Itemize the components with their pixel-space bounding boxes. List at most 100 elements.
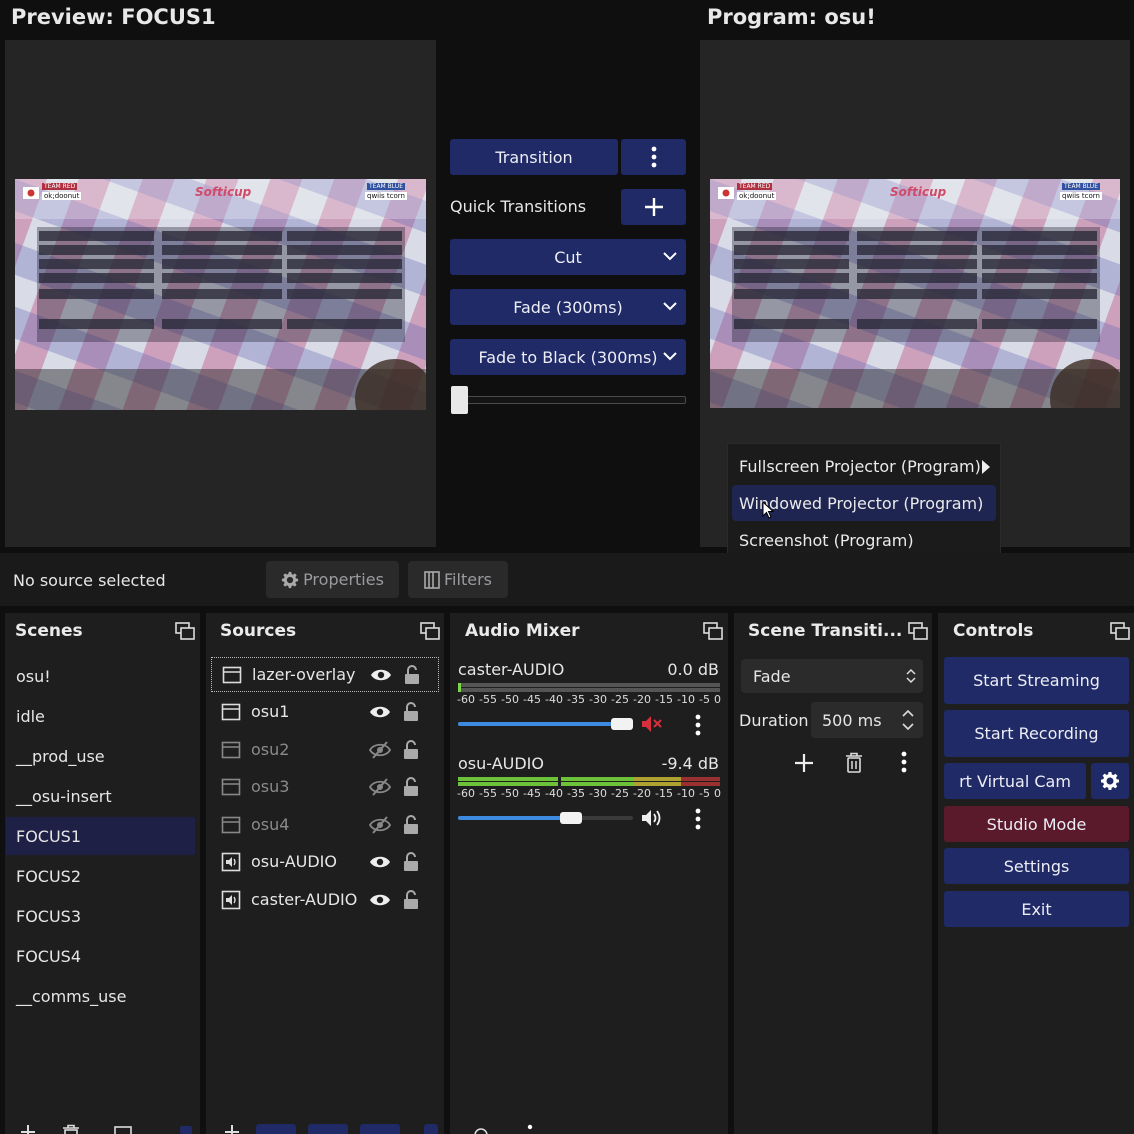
trash-icon[interactable]	[845, 752, 863, 773]
transition-select[interactable]: Fade	[741, 659, 923, 693]
source-row-osu2[interactable]: osu2	[211, 732, 439, 767]
source-more-button[interactable]	[424, 1124, 438, 1134]
tbar-track[interactable]	[452, 396, 686, 404]
scene-item[interactable]: __comms_use	[6, 977, 195, 1015]
eye-icon[interactable]	[370, 667, 392, 683]
unlock-icon[interactable]	[403, 814, 419, 835]
volume-slider-handle[interactable]	[611, 718, 633, 730]
remove-source-button[interactable]	[256, 1124, 296, 1134]
undock-icon[interactable]	[1110, 622, 1130, 640]
undock-icon[interactable]	[908, 622, 928, 640]
source-row-osu4[interactable]: osu4	[211, 807, 439, 842]
preview-canvas[interactable]: TEAM RED ok;doonut Softicup TEAM BLUE qw…	[5, 40, 436, 547]
settings-button[interactable]: Settings	[944, 848, 1129, 884]
capture-source-icon	[221, 778, 241, 795]
volume-slider-fill	[458, 722, 616, 726]
undock-icon[interactable]	[703, 622, 723, 640]
quick-transition-fade-black[interactable]: Fade to Black (300ms)	[450, 339, 686, 375]
scene-toolbar-more[interactable]	[180, 1126, 192, 1134]
undock-icon[interactable]	[175, 622, 195, 640]
exit-button[interactable]: Exit	[944, 891, 1129, 927]
preview-team-blue-name: qwiis tcorn	[365, 192, 407, 200]
undock-icon[interactable]	[420, 622, 440, 640]
source-row-osu-audio[interactable]: osu-AUDIO	[211, 844, 439, 879]
menu-fullscreen-projector[interactable]: Fullscreen Projector (Program)	[732, 448, 996, 484]
capture-source-icon	[221, 816, 241, 833]
scene-item[interactable]: FOCUS2	[6, 857, 195, 895]
mixer-channel-name: caster-AUDIO	[458, 660, 565, 679]
unlock-icon[interactable]	[403, 776, 419, 797]
transition-menu-button[interactable]	[621, 139, 686, 175]
quick-transition-cut[interactable]: Cut	[450, 239, 686, 275]
source-row-osu1[interactable]: osu1	[211, 694, 439, 729]
scene-transitions-title: Scene Transiti...	[748, 621, 903, 641]
source-row-caster-audio[interactable]: caster-AUDIO	[211, 882, 439, 917]
spin-arrows-icon[interactable]	[902, 708, 914, 732]
kebab-icon[interactable]	[527, 1124, 533, 1134]
eye-hidden-icon[interactable]	[369, 740, 391, 759]
no-source-label: No source selected	[13, 571, 166, 590]
eye-icon[interactable]	[369, 704, 391, 720]
source-properties-button[interactable]	[308, 1124, 348, 1134]
eye-icon[interactable]	[369, 854, 391, 870]
virtual-cam-button[interactable]: rt Virtual Cam	[944, 763, 1086, 799]
scene-item[interactable]: osu!	[6, 657, 195, 695]
scene-item[interactable]: FOCUS4	[6, 937, 195, 975]
add-scene-icon[interactable]	[20, 1124, 36, 1134]
properties-button[interactable]: Properties	[266, 561, 399, 598]
speaker-icon[interactable]	[641, 809, 663, 827]
unlock-icon[interactable]	[403, 739, 419, 760]
scene-item[interactable]: FOCUS3	[6, 897, 195, 935]
trash-icon[interactable]	[62, 1124, 80, 1134]
preview-title: Preview: FOCUS1	[11, 5, 216, 29]
volume-slider-track[interactable]	[458, 722, 633, 726]
source-row-lazer-overlay[interactable]: lazer-overlay	[211, 657, 439, 692]
unlock-icon[interactable]	[403, 851, 419, 872]
studio-mode-button[interactable]: Studio Mode	[944, 806, 1129, 842]
add-quick-transition-button[interactable]	[621, 189, 686, 225]
source-up-button[interactable]	[360, 1124, 400, 1134]
scene-filter-icon[interactable]	[114, 1126, 132, 1134]
scene-item[interactable]: idle	[6, 697, 195, 735]
audio-source-icon	[221, 890, 241, 909]
gear-icon	[1101, 772, 1119, 790]
chevron-down-icon	[663, 302, 677, 311]
volume-slider-handle[interactable]	[560, 812, 582, 824]
tbar-handle[interactable]	[451, 386, 468, 414]
capture-source-icon	[221, 703, 241, 720]
unlock-icon[interactable]	[403, 889, 419, 910]
plus-icon	[644, 198, 663, 216]
preview-team-red: TEAM RED	[42, 183, 78, 190]
meter-scale: -60 -55 -50 -45 -40 -35 -30 -25 -20 -15 -10 -5 0	[457, 693, 721, 706]
muted-speaker-icon[interactable]	[641, 715, 663, 733]
source-row-osu3[interactable]: osu3	[211, 769, 439, 804]
eye-hidden-icon[interactable]	[369, 815, 391, 834]
unlock-icon[interactable]	[404, 664, 420, 685]
start-recording-button[interactable]: Start Recording	[944, 710, 1129, 757]
select-arrows-icon	[906, 668, 916, 684]
submenu-arrow-icon	[982, 460, 990, 474]
scene-item[interactable]: __osu-insert	[6, 777, 195, 815]
kebab-icon[interactable]	[901, 751, 907, 773]
transition-button[interactable]: Transition	[450, 139, 618, 175]
quick-transition-fade[interactable]: Fade (300ms)	[450, 289, 686, 325]
browser-source-icon	[222, 666, 242, 683]
eye-hidden-icon[interactable]	[369, 777, 391, 796]
eye-icon[interactable]	[369, 892, 391, 908]
unlock-icon[interactable]	[403, 701, 419, 722]
add-source-icon[interactable]	[224, 1124, 240, 1134]
scene-item[interactable]: __prod_use	[6, 737, 195, 775]
program-team-blue: TEAM BLUE	[1062, 183, 1100, 190]
kebab-icon[interactable]	[695, 808, 701, 830]
volume-slider-track[interactable]	[458, 816, 633, 820]
plus-icon[interactable]	[794, 753, 814, 773]
kebab-icon[interactable]	[695, 714, 701, 736]
controls-title: Controls	[953, 621, 1034, 641]
mixer-settings-icon[interactable]	[472, 1126, 490, 1134]
preview-scene-image: TEAM RED ok;doonut Softicup TEAM BLUE qw…	[15, 179, 426, 410]
duration-spinbox[interactable]: 500 ms	[811, 702, 923, 738]
filters-button[interactable]: Filters	[408, 561, 508, 598]
virtual-cam-settings-button[interactable]	[1091, 763, 1129, 799]
scene-item-selected[interactable]: FOCUS1	[6, 817, 195, 855]
start-streaming-button[interactable]: Start Streaming	[944, 657, 1129, 704]
